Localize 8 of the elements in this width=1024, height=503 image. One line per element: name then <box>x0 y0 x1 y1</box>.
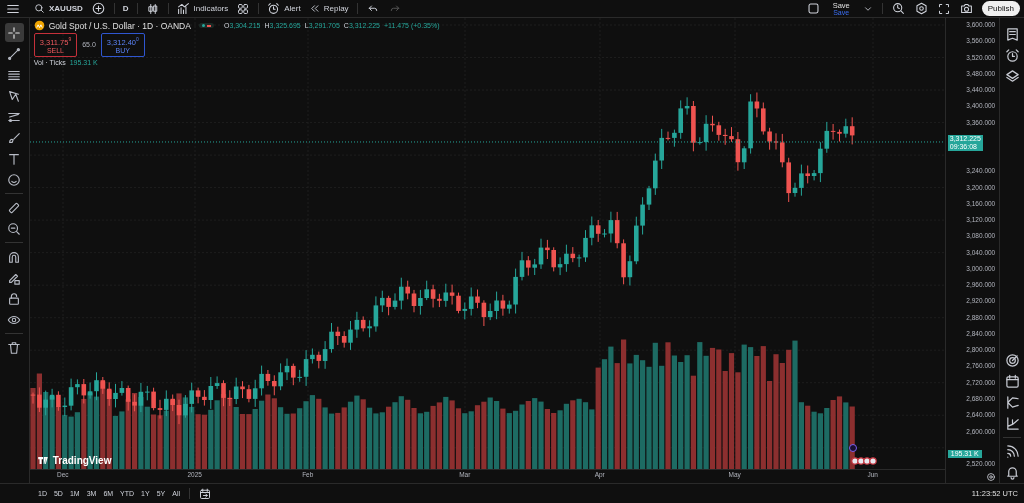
symbol-title: Gold Spot / U.S. Dollar · 1D · OANDA <box>48 20 191 31</box>
indicators-button[interactable]: Indicators <box>172 1 233 16</box>
logo-text: TradingView <box>52 455 112 467</box>
publish-button[interactable]: Publish <box>981 1 1020 16</box>
interval-button[interactable]: D <box>118 1 133 16</box>
replay-button[interactable]: Replay <box>304 1 353 16</box>
symbol-search[interactable]: XAUUSD <box>30 1 87 16</box>
alert-button[interactable]: Alert <box>263 1 305 16</box>
